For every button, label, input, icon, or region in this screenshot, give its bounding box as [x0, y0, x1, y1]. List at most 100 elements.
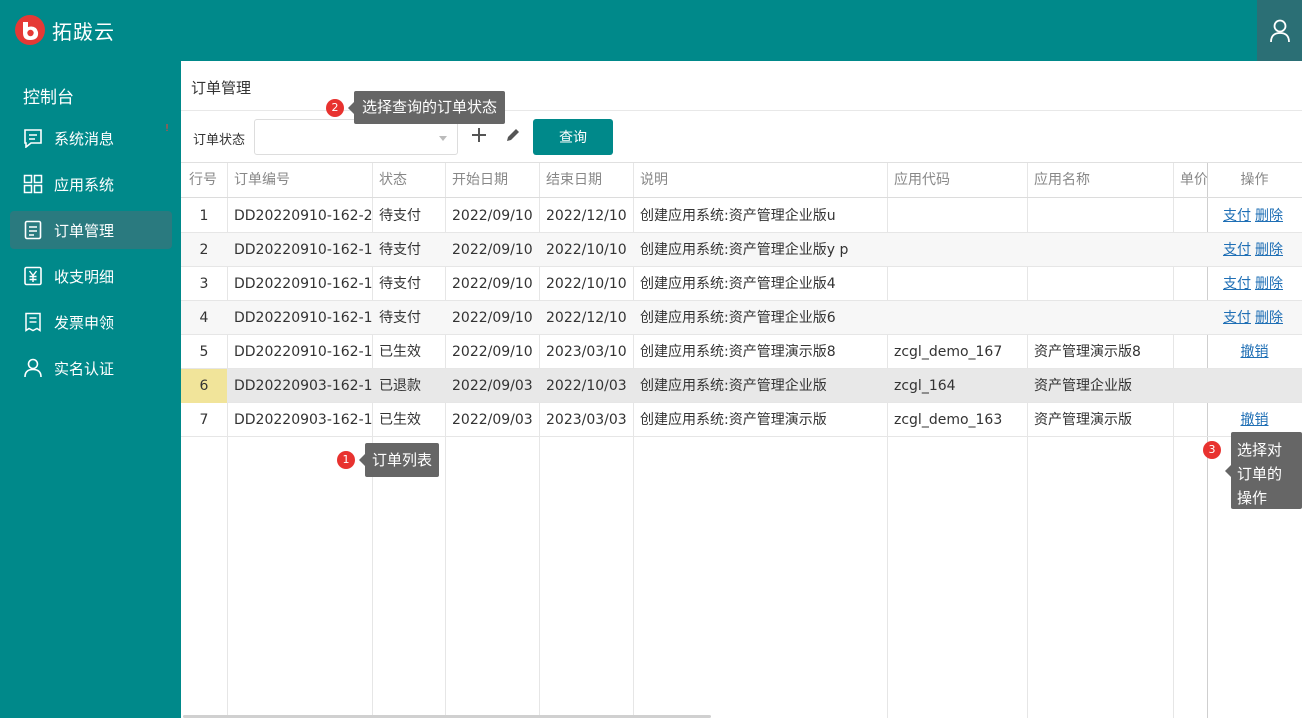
column-header[interactable]: 状态 [372, 163, 445, 198]
delete-link[interactable]: 删除 [1255, 242, 1283, 258]
pay-link[interactable]: 支付 [1223, 310, 1251, 326]
app-code [887, 199, 1027, 233]
callout-number: 1 [337, 451, 355, 469]
row-number: 1 [199, 208, 209, 224]
end-date: 2022/10/10 [546, 242, 627, 258]
app-code: zcgl_demo_163 [894, 412, 1003, 428]
row-actions [1207, 369, 1302, 403]
user-icon [22, 357, 44, 379]
order-id: DD20220910-162-197 [234, 310, 372, 326]
sidebar-item-label: 订单管理 [54, 221, 115, 240]
row-number: 4 [199, 310, 209, 326]
delete-link[interactable]: 删除 [1255, 208, 1283, 224]
yuan-icon [22, 265, 44, 287]
start-date: 2022/09/10 [452, 208, 533, 224]
start-date: 2022/09/03 [452, 412, 533, 428]
sidebar-item-verification[interactable]: 实名认证 [10, 349, 172, 387]
column-header[interactable]: 结束日期 [539, 163, 633, 198]
order-id: DD20220910-162-193 [234, 344, 372, 360]
end-date: 2022/10/10 [546, 276, 627, 292]
order-status-label: 订单状态 [193, 133, 246, 148]
sidebar-item-label: 实名认证 [54, 359, 115, 378]
pay-link[interactable]: 支付 [1223, 276, 1251, 292]
callout-order-list: 订单列表 [358, 443, 440, 477]
app-code [887, 233, 1027, 267]
column-header[interactable]: 开始日期 [445, 163, 539, 198]
order-id: DD20220910-162-199 [234, 242, 372, 258]
table-row[interactable]: 2 DD20220910-162-199 待支付 2022/09/10 2022… [181, 233, 1302, 267]
row-actions: 支付 删除 [1207, 233, 1302, 267]
row-actions: 撤销 [1207, 335, 1302, 369]
table-row[interactable]: 5 DD20220910-162-193 已生效 2022/09/10 2023… [181, 335, 1302, 369]
unit-price [1173, 199, 1207, 233]
end-date: 2023/03/03 [546, 412, 627, 428]
row-actions: 支付 删除 [1207, 301, 1302, 335]
sidebar-item-invoice[interactable]: 发票申领 [10, 303, 172, 341]
sidebar-item-messages[interactable]: 系统消息 ! [10, 119, 172, 157]
user-menu-button[interactable] [1257, 0, 1302, 61]
pencil-icon[interactable] [504, 126, 522, 144]
page-title: 订单管理 [191, 79, 252, 97]
table-row[interactable]: 3 DD20220910-162-198 待支付 2022/09/10 2022… [181, 267, 1302, 301]
order-status: 待支付 [379, 208, 421, 224]
row-actions: 支付 删除 [1207, 199, 1302, 233]
pay-link[interactable]: 支付 [1223, 208, 1251, 224]
start-date: 2022/09/03 [452, 378, 533, 394]
table-row[interactable]: 1 DD20220910-162-200 待支付 2022/09/10 2022… [181, 199, 1302, 233]
start-date: 2022/09/10 [452, 344, 533, 360]
row-number: 5 [199, 344, 209, 360]
sidebar-item-label: 发票申领 [54, 313, 115, 332]
order-status: 已生效 [379, 344, 421, 360]
row-number: 7 [199, 412, 209, 428]
sidebar-item-billing[interactable]: 收支明细 [10, 257, 172, 295]
order-status: 待支付 [379, 276, 421, 292]
revoke-link[interactable]: 撤销 [1241, 344, 1269, 360]
start-date: 2022/09/10 [452, 310, 533, 326]
app-name: 资产管理企业版 [1034, 378, 1132, 394]
order-description: 创建应用系统:资产管理企业版4 [640, 276, 836, 292]
end-date: 2023/03/10 [546, 344, 627, 360]
app-name [1027, 199, 1173, 233]
end-date: 2022/12/10 [546, 208, 627, 224]
column-header[interactable]: 应用名称 [1027, 163, 1173, 198]
sidebar-item-orders[interactable]: 订单管理 [10, 211, 172, 249]
order-status: 已退款 [379, 378, 421, 394]
unit-price [1173, 369, 1207, 403]
invoice-icon [22, 311, 44, 333]
end-date: 2022/12/10 [546, 310, 627, 326]
table-row[interactable]: 6 DD20220903-162-190 已退款 2022/09/03 2022… [181, 369, 1302, 403]
sidebar-item-apps[interactable]: 应用系统 [10, 165, 172, 203]
column-header[interactable]: 行号 [181, 163, 227, 198]
app-name: 资产管理演示版 [1034, 412, 1132, 428]
query-button[interactable]: 查询 [533, 119, 613, 155]
pay-link[interactable]: 支付 [1223, 242, 1251, 258]
column-header[interactable]: 应用代码 [887, 163, 1027, 198]
order-status-select[interactable] [254, 119, 458, 155]
app-name [1027, 301, 1173, 335]
unit-price [1173, 335, 1207, 369]
table-row[interactable]: 4 DD20220910-162-197 待支付 2022/09/10 2022… [181, 301, 1302, 335]
plus-icon[interactable] [469, 125, 489, 145]
column-header[interactable]: 说明 [633, 163, 887, 198]
revoke-link[interactable]: 撤销 [1241, 412, 1269, 428]
callout-number: 3 [1203, 441, 1221, 459]
unit-price [1173, 403, 1207, 437]
unit-price [1173, 267, 1207, 301]
delete-link[interactable]: 删除 [1255, 310, 1283, 326]
delete-link[interactable]: 删除 [1255, 276, 1283, 292]
logo-icon [15, 15, 45, 45]
end-date: 2022/10/03 [546, 378, 627, 394]
row-number: 6 [181, 369, 227, 403]
row-number: 2 [199, 242, 209, 258]
column-header: 操作 [1240, 172, 1269, 188]
column-header[interactable]: 订单编号 [227, 163, 372, 198]
brand-name: 拓跋云 [52, 20, 115, 44]
top-header: 拓跋云 [0, 0, 1302, 61]
order-status: 已生效 [379, 412, 421, 428]
app-code: zcgl_demo_167 [894, 344, 1003, 360]
table-row[interactable]: 7 DD20220903-162-189 已生效 2022/09/03 2023… [181, 403, 1302, 437]
column-header[interactable]: 单价 [1173, 163, 1207, 198]
order-id: DD20220910-162-198 [234, 276, 372, 292]
console-title[interactable]: 控制台 [23, 83, 74, 108]
order-id: DD20220903-162-189 [234, 412, 372, 428]
